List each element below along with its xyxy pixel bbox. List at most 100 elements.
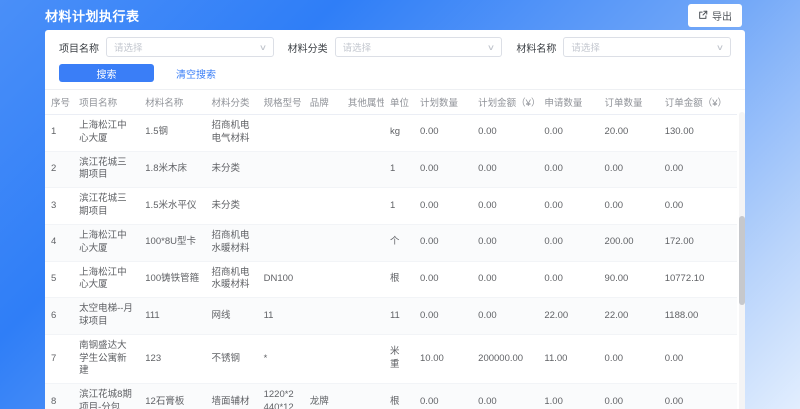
table-cell (258, 224, 304, 261)
column-header: 计划数量 (414, 90, 472, 115)
table-cell: 0.00 (599, 151, 659, 188)
table-cell: 上海松江中心大厦 (73, 115, 139, 152)
chevron-down-icon: ∨ (487, 43, 495, 52)
table-cell: kg (384, 115, 414, 152)
clear-search-link[interactable]: 清空搜索 (176, 66, 216, 81)
table-cell: 0.00 (599, 334, 659, 383)
table-cell: 22.00 (538, 298, 598, 335)
table-cell: 0.00 (472, 115, 538, 152)
table-cell: 7 (45, 334, 73, 383)
table-cell (342, 224, 384, 261)
select-placeholder: 请选择 (114, 40, 143, 54)
filter-group: 项目名称 请选择 ∨ (59, 37, 274, 57)
table-cell: 根 (384, 261, 414, 298)
filter-actions-row: 搜索 清空搜索 (59, 64, 731, 82)
table-cell: 招商机电 水暖材料 (205, 261, 257, 298)
column-header: 单位 (384, 90, 414, 115)
table-cell (304, 151, 342, 188)
column-header: 规格型号 (258, 90, 304, 115)
table-cell: 2 (45, 151, 73, 188)
table-cell: 未分类 (205, 188, 257, 225)
table-cell: 0.00 (414, 384, 472, 409)
table-cell: 不锈钢 (205, 334, 257, 383)
table-cell: 1220*2440*12 (258, 384, 304, 409)
table-row[interactable]: 8滨江花城8期项目-分包12石膏板墙面辅材1220*2440*12龙牌根0.00… (45, 384, 737, 409)
table-cell: 10.00 (414, 334, 472, 383)
table-cell: 200000.00 (472, 334, 538, 383)
export-button[interactable]: 导出 (688, 4, 742, 27)
table-cell: 123 (139, 334, 205, 383)
table-cell: 太空电梯--月球项目 (73, 298, 139, 335)
table-cell: 0.00 (659, 188, 737, 225)
table-cell: 根 (384, 384, 414, 409)
filter-label: 项目名称 (59, 40, 99, 55)
table-cell: 5 (45, 261, 73, 298)
filter-select-0[interactable]: 请选择 ∨ (106, 37, 274, 57)
table-cell: DN100 (258, 261, 304, 298)
table-cell: 100铸铁管箍 (139, 261, 205, 298)
table-cell: 3 (45, 188, 73, 225)
filter-row: 项目名称请选择∨材料分类请选择∨材料名称请选择∨ (59, 37, 731, 57)
page-title: 材料计划执行表 (45, 6, 140, 25)
table-cell: 0.00 (599, 384, 659, 409)
table-cell: 0.00 (472, 384, 538, 409)
filter-panel: 项目名称请选择∨材料分类请选择∨材料名称请选择∨ 搜索 清空搜索 (45, 30, 745, 90)
column-header: 材料分类 (205, 90, 257, 115)
table-cell: 100*8U型卡 (139, 224, 205, 261)
table-cell: 0.00 (472, 188, 538, 225)
vertical-scrollbar[interactable] (739, 112, 745, 409)
table-cell: 90.00 (599, 261, 659, 298)
table-cell: 0.00 (414, 298, 472, 335)
table-cell: 172.00 (659, 224, 737, 261)
table-cell: 1.00 (538, 384, 598, 409)
table-row[interactable]: 1上海松江中心大厦1.5钢招商机电 电气材料kg0.000.000.0020.0… (45, 115, 737, 152)
table-row[interactable]: 3滨江花城三期项目1.5米水平仪未分类10.000.000.000.000.00 (45, 188, 737, 225)
table-cell: 1188.00 (659, 298, 737, 335)
table-cell: 200.00 (599, 224, 659, 261)
table-cell: 22.00 (599, 298, 659, 335)
table-cell: 0.00 (472, 261, 538, 298)
table-cell: 10772.10 (659, 261, 737, 298)
vertical-scrollbar-thumb[interactable] (739, 216, 745, 306)
filter-group: 材料分类请选择∨ (288, 37, 503, 57)
table-cell: 1 (384, 188, 414, 225)
table-row[interactable]: 5上海松江中心大厦100铸铁管箍招商机电 水暖材料DN100根0.000.000… (45, 261, 737, 298)
column-header: 订单金额（¥） (659, 90, 737, 115)
table-cell (304, 188, 342, 225)
table-cell: 上海松江中心大厦 (73, 261, 139, 298)
table-cell: 1.8米木床 (139, 151, 205, 188)
table-cell: 滨江花城三期项目 (73, 188, 139, 225)
search-button[interactable]: 搜索 (59, 64, 154, 82)
filter-select-2[interactable]: 请选择∨ (563, 37, 731, 57)
table-cell: 0.00 (472, 151, 538, 188)
table-cell: 1 (384, 151, 414, 188)
table-cell: 南钢盛达大学生公寓新建 (73, 334, 139, 383)
table-cell: 0.00 (538, 188, 598, 225)
table-cell: 0.00 (659, 334, 737, 383)
table-cell (342, 115, 384, 152)
table-cell: 0.00 (472, 298, 538, 335)
table-cell: 0.00 (472, 224, 538, 261)
table-cell: 0.00 (414, 224, 472, 261)
table-cell: 8 (45, 384, 73, 409)
chevron-down-icon: ∨ (259, 43, 267, 52)
table-cell (304, 115, 342, 152)
table-cell: 1.5米水平仪 (139, 188, 205, 225)
table-row[interactable]: 7南钢盛达大学生公寓新建123不锈钢*米重10.00200000.0011.00… (45, 334, 737, 383)
table-cell (342, 261, 384, 298)
table-row[interactable]: 4上海松江中心大厦100*8U型卡招商机电 水暖材料个0.000.000.002… (45, 224, 737, 261)
table-cell: 0.00 (414, 188, 472, 225)
table-cell: 11.00 (538, 334, 598, 383)
filter-select-1[interactable]: 请选择∨ (335, 37, 503, 57)
column-header: 项目名称 (73, 90, 139, 115)
table-row[interactable]: 6太空电梯--月球项目111网线11110.000.0022.0022.0011… (45, 298, 737, 335)
table-cell: 招商机电 电气材料 (205, 115, 257, 152)
table-cell: 龙牌 (304, 384, 342, 409)
table-cell: 12石膏板 (139, 384, 205, 409)
table-cell: 滨江花城8期项目-分包 (73, 384, 139, 409)
column-header: 订单数量 (599, 90, 659, 115)
filter-group: 材料名称请选择∨ (516, 37, 731, 57)
table-cell (342, 298, 384, 335)
export-icon (698, 10, 708, 20)
table-row[interactable]: 2滨江花城三期项目1.8米木床未分类10.000.000.000.000.00 (45, 151, 737, 188)
